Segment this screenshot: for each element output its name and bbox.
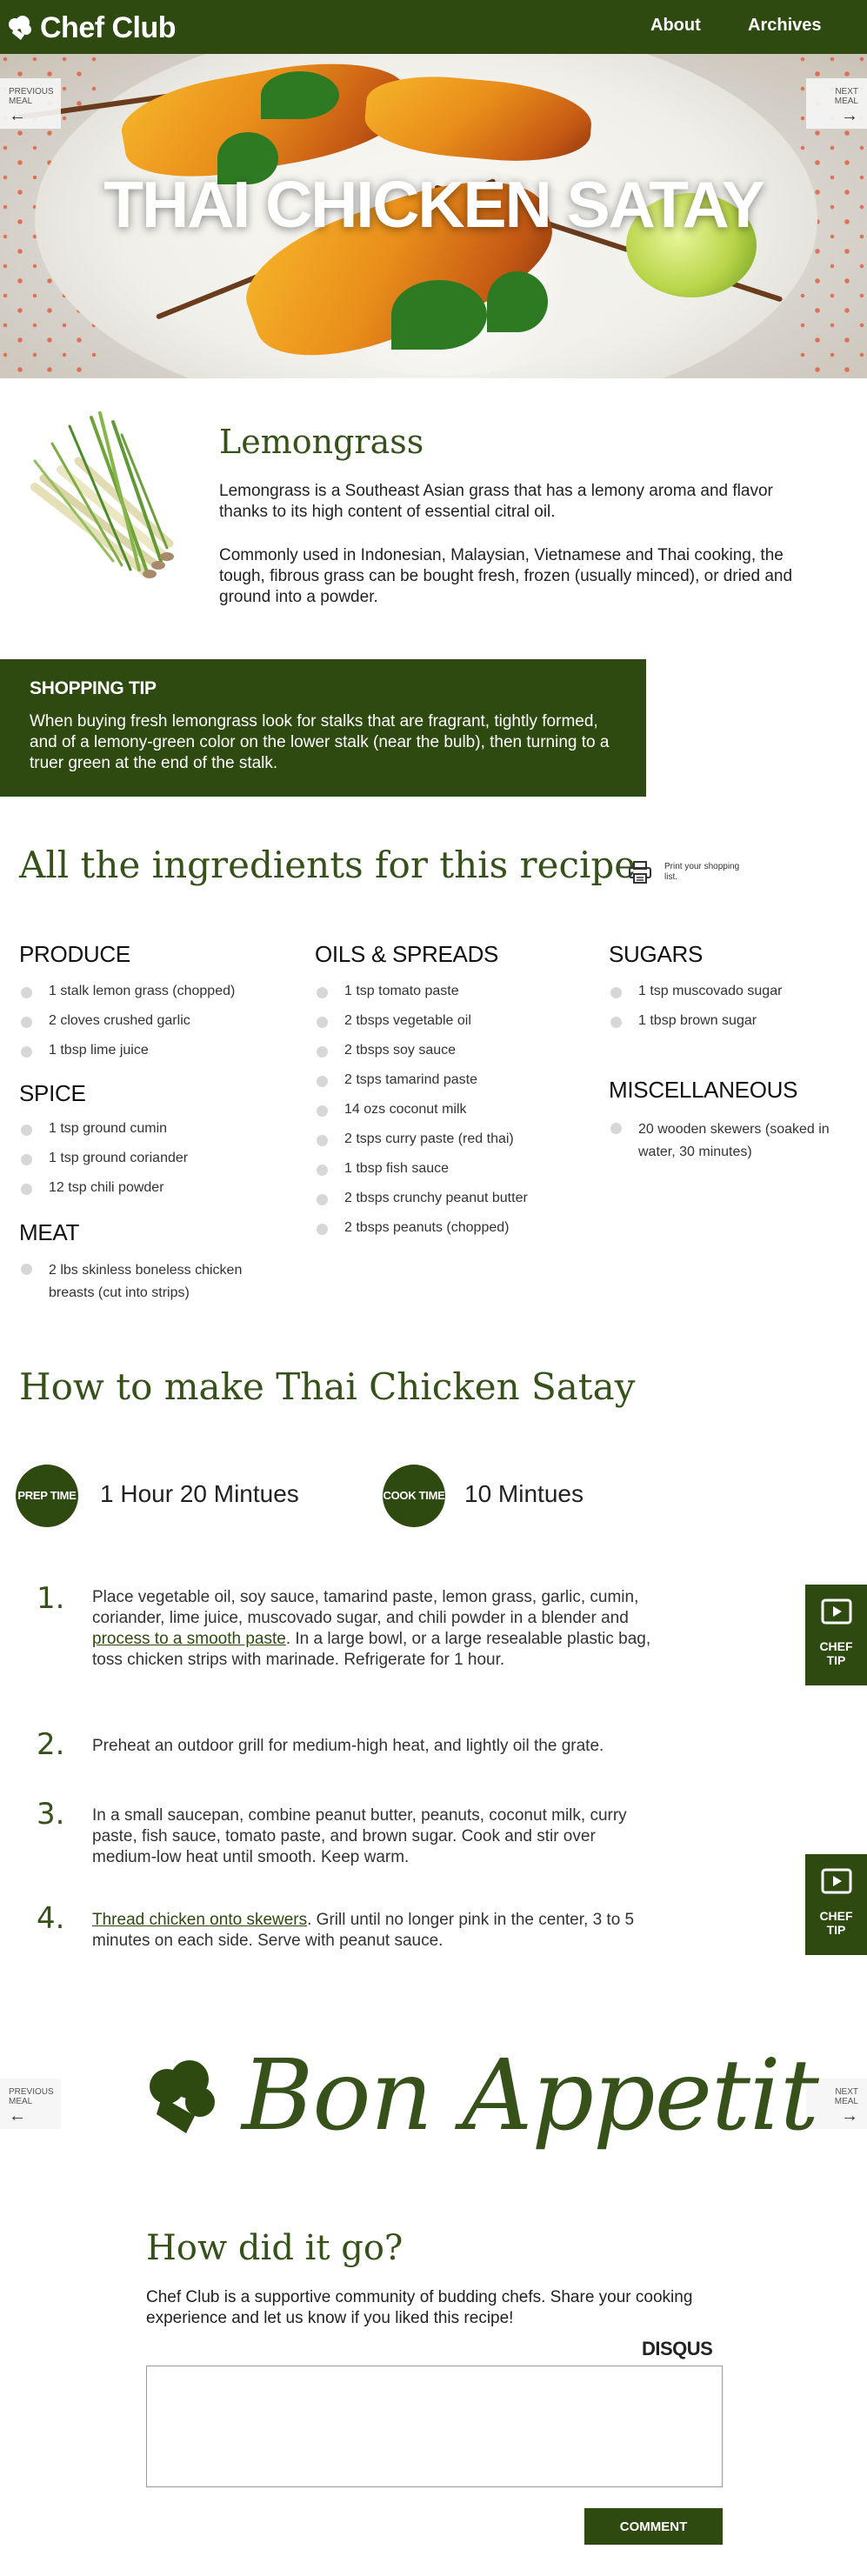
- video-play-icon: [821, 1598, 851, 1625]
- ingredient-category-heading: MISCELLANEOUS: [609, 1077, 798, 1103]
- ingredient-item: 1 tbsp brown sugar: [609, 1012, 861, 1030]
- arrow-left-icon: ←: [9, 2106, 26, 2126]
- next-meal-button[interactable]: NEXT MEAL →: [806, 78, 867, 129]
- ingredient-item: 12 tsp chili powder: [19, 1179, 297, 1197]
- ingredients-title: All the ingredients for this recipe: [19, 844, 637, 886]
- hero-banner: THAI CHICKEN SATAY PREVIOUS MEAL ← NEXT …: [0, 54, 867, 378]
- cook-time-badge: COOK TIME: [383, 1465, 445, 1527]
- chef-tip-button[interactable]: CHEF TIP: [805, 1854, 867, 1955]
- arrow-right-icon: →: [841, 2106, 858, 2126]
- print-shopping-list-button[interactable]: Print your shopping list.: [628, 861, 743, 884]
- ingredient-item: 2 tbsps vegetable oil: [315, 1012, 593, 1030]
- step-text: Preheat an outdoor grill for medium-high…: [92, 1736, 657, 1757]
- ingredient-category-heading: PRODUCE: [19, 941, 130, 967]
- recipe-title: THAI CHICKEN SATAY: [103, 168, 765, 241]
- step-text: In a small saucepan, combine peanut butt…: [92, 1805, 657, 1868]
- previous-meal-label: PREVIOUS MEAL: [9, 2087, 54, 2106]
- bon-appetit-heading: Bon Appetit: [242, 2039, 819, 2152]
- ingredient-item: 1 tbsp lime juice: [19, 1042, 297, 1059]
- prep-time-value: 1 Hour 20 Mintues: [100, 1480, 299, 1507]
- lemongrass-paragraph: Commonly used in Indonesian, Malaysian, …: [219, 546, 793, 606]
- step-number: 2.: [37, 1727, 65, 1762]
- nav-archives-link[interactable]: Archives: [748, 16, 822, 36]
- next-meal-label: NEXT MEAL: [834, 87, 858, 106]
- shopping-tip-body: When buying fresh lemongrass look for st…: [30, 712, 610, 772]
- ingredient-list: 1 tsp ground cumin 1 tsp ground coriande…: [19, 1120, 297, 1197]
- chef-tip-button[interactable]: CHEF TIP: [805, 1585, 867, 1685]
- ingredient-list: 1 tsp tomato paste 2 tbsps vegetable oil…: [315, 983, 593, 1237]
- comment-textarea[interactable]: [146, 2366, 723, 2487]
- chef-tip-label: CHEF TIP: [819, 1909, 853, 1937]
- comment-submit-button[interactable]: COMMENT: [584, 2508, 723, 2545]
- previous-meal-button[interactable]: PREVIOUS MEAL ←: [0, 78, 61, 129]
- printer-icon: [629, 861, 651, 884]
- shopping-tip-box: SHOPPING TIP When buying fresh lemongras…: [0, 659, 646, 797]
- chef-tip-label: CHEF TIP: [819, 1639, 853, 1667]
- step-text: Place vegetable oil, soy sauce, tamarind…: [92, 1587, 657, 1671]
- ingredient-item: 2 tbsps crunchy peanut butter: [315, 1190, 593, 1207]
- ingredient-item: 20 wooden skewers (soaked in water, 30 m…: [609, 1118, 844, 1164]
- ingredient-item: 1 tsp muscovado sugar: [609, 983, 861, 1000]
- step-text: Thread chicken onto skewers. Grill until…: [92, 1910, 657, 1952]
- howto-title: How to make Thai Chicken Satay: [19, 1365, 636, 1408]
- ingredient-item: 1 tbsp fish sauce: [315, 1160, 593, 1178]
- ingredient-category-heading: SUGARS: [609, 941, 704, 967]
- lemongrass-title: Lemongrass: [219, 423, 424, 461]
- step-link[interactable]: process to a smooth paste: [92, 1630, 286, 1648]
- ingredient-item: 1 tsp ground coriander: [19, 1150, 297, 1167]
- shopping-tip-heading: SHOPPING TIP: [30, 678, 157, 698]
- previous-meal-button[interactable]: PREVIOUS MEAL ←: [0, 2079, 61, 2129]
- cilantro-image: [261, 71, 339, 119]
- step-text-part: Preheat an outdoor grill for medium-high…: [92, 1737, 604, 1755]
- ingredient-item: 2 cloves crushed garlic: [19, 1012, 297, 1030]
- cilantro-image: [391, 280, 487, 350]
- cilantro-image: [487, 271, 548, 332]
- top-nav-bar: Chef Club About Archives: [0, 0, 867, 54]
- ingredient-list: 1 tsp muscovado sugar 1 tbsp brown sugar: [609, 983, 861, 1030]
- comments-description: Chef Club is a supportive community of b…: [146, 2288, 693, 2327]
- ingredient-list: 2 lbs skinless boneless chicken breasts …: [19, 1259, 280, 1305]
- lemongrass-image: [30, 411, 174, 578]
- ingredient-category-heading: MEAT: [19, 1219, 80, 1245]
- previous-meal-label: PREVIOUS MEAL: [9, 87, 54, 106]
- step-number: 3.: [37, 1797, 65, 1832]
- step-number: 1.: [37, 1581, 65, 1616]
- step-text-part: In a small saucepan, combine peanut butt…: [92, 1806, 627, 1866]
- step-text-part: Place vegetable oil, soy sauce, tamarind…: [92, 1588, 639, 1627]
- lemongrass-paragraph: Lemongrass is a Southeast Asian grass th…: [219, 482, 773, 521]
- logo-text: Chef Club: [40, 10, 177, 44]
- prep-time-badge: PREP TIME: [16, 1465, 78, 1527]
- ingredient-item: 1 tsp ground cumin: [19, 1120, 297, 1138]
- ingredient-list: 20 wooden skewers (soaked in water, 30 m…: [609, 1118, 844, 1164]
- comments-title: How did it go?: [146, 2228, 403, 2268]
- arrow-right-icon: →: [841, 106, 858, 125]
- chef-hat-icon: [9, 16, 31, 40]
- ingredient-item: 1 tsp tomato paste: [315, 983, 593, 1000]
- disqus-logo: DISQUS: [642, 2338, 713, 2359]
- next-meal-label: NEXT MEAL: [834, 2087, 858, 2106]
- cook-time-value: 10 Mintues: [464, 1480, 584, 1507]
- step-number: 4.: [37, 1901, 65, 1936]
- ingredient-item: 2 tbsps soy sauce: [315, 1042, 593, 1059]
- ingredient-item: 2 tbsps peanuts (chopped): [315, 1219, 593, 1237]
- ingredient-item: 2 lbs skinless boneless chicken breasts …: [19, 1259, 280, 1305]
- step-link[interactable]: Thread chicken onto skewers: [92, 1911, 307, 1929]
- ingredient-item: 14 ozs coconut milk: [315, 1101, 593, 1118]
- arrow-left-icon: ←: [9, 106, 26, 125]
- chef-hat-icon: [150, 2060, 215, 2133]
- ingredient-item: 2 tsps tamarind paste: [315, 1071, 593, 1089]
- ingredient-item: 2 tsps curry paste (red thai): [315, 1131, 593, 1148]
- ingredient-category-heading: OILS & SPREADS: [315, 941, 499, 967]
- video-play-icon: [821, 1868, 851, 1894]
- site-logo[interactable]: Chef Club: [5, 10, 177, 45]
- print-shopping-list-label: Print your shopping list.: [664, 862, 740, 882]
- ingredient-list: 1 stalk lemon grass (chopped) 2 cloves c…: [19, 983, 297, 1059]
- ingredient-category-heading: SPICE: [19, 1080, 86, 1106]
- ingredient-item: 1 stalk lemon grass (chopped): [19, 983, 297, 1000]
- nav-about-link[interactable]: About: [650, 16, 701, 36]
